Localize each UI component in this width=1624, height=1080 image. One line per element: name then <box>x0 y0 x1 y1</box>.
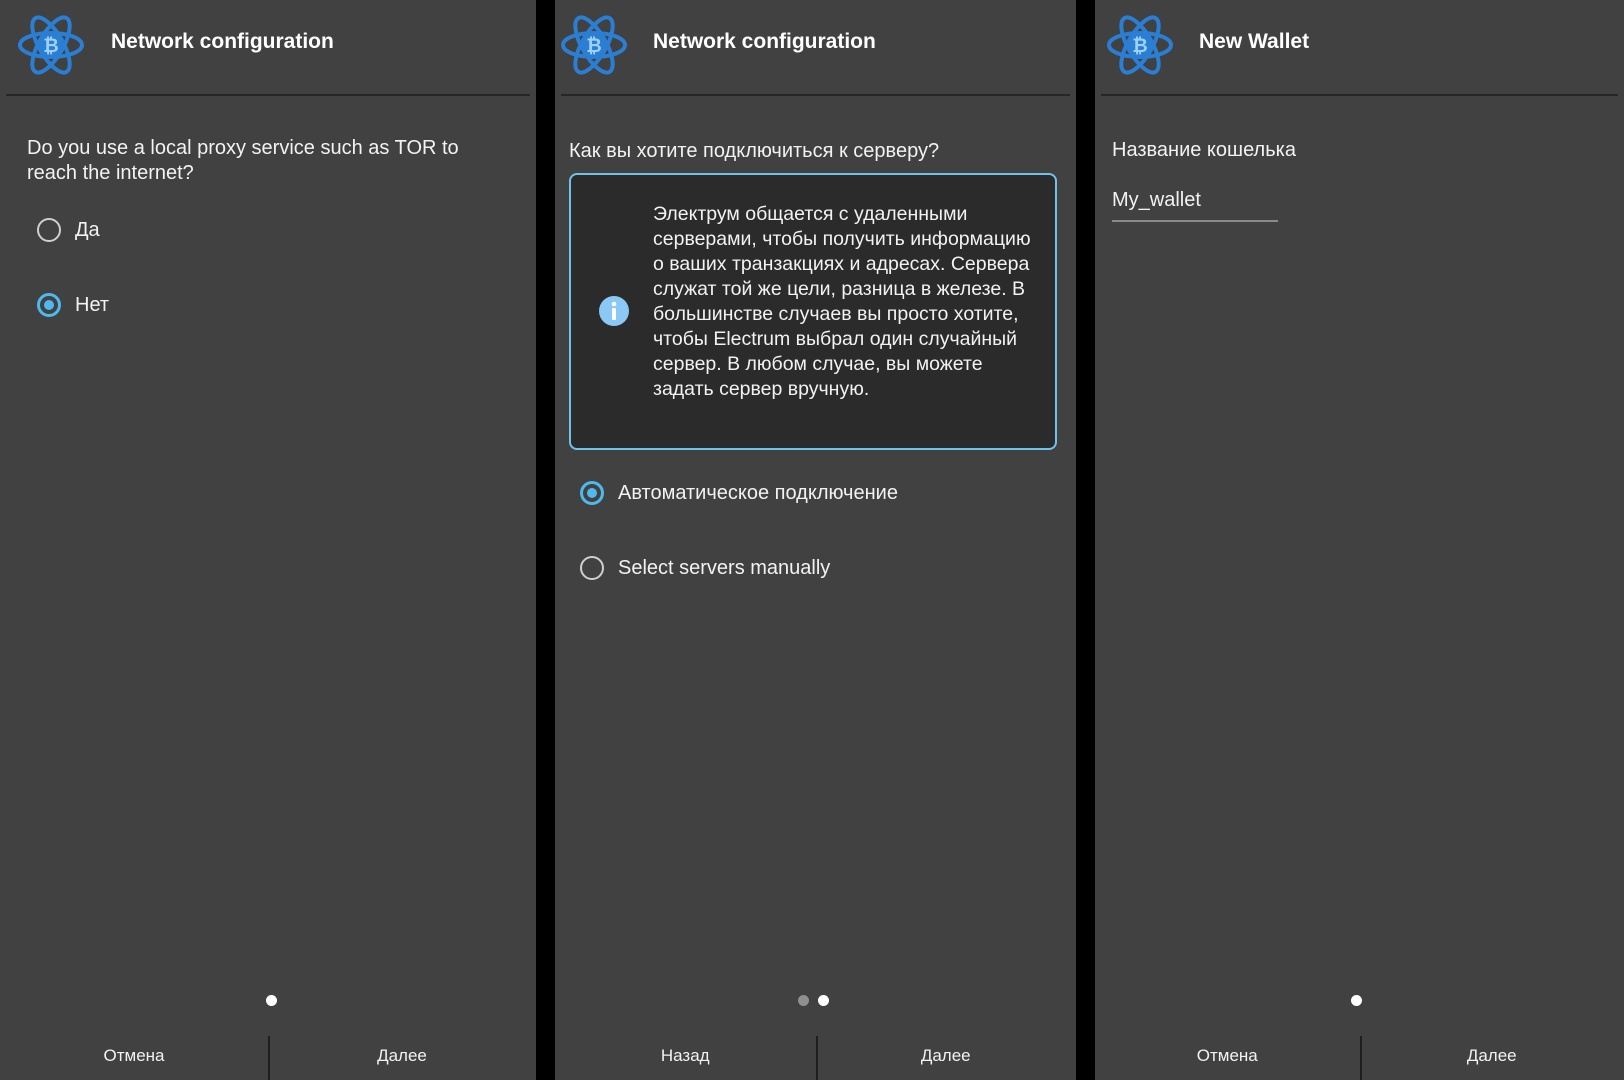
footer: Отмена Далее <box>1095 1032 1624 1080</box>
radio-button-selected[interactable] <box>580 481 604 505</box>
radio-label: Да <box>75 218 100 241</box>
page-title: New Wallet <box>1199 30 1310 53</box>
next-button[interactable]: Далее <box>816 1032 1077 1080</box>
radio-button[interactable] <box>37 218 61 242</box>
info-text: Электрум общается с удаленными серверами… <box>653 203 1031 400</box>
radio-option-manual-servers[interactable]: Select servers manually <box>580 551 830 585</box>
page-dot-active <box>818 995 829 1006</box>
back-button[interactable]: Назад <box>555 1032 816 1080</box>
page-indicator <box>1351 995 1362 1007</box>
proxy-question: Do you use a local proxy service such as… <box>27 137 459 184</box>
page-dot-active <box>1351 995 1362 1006</box>
next-button[interactable]: Далее <box>1360 1032 1624 1080</box>
new-wallet-screen: ₿ New Wallet Название кошелька Отмена Да… <box>1095 0 1624 1080</box>
radio-label: Нет <box>75 293 110 316</box>
header: ₿ Network configuration <box>6 0 530 96</box>
radio-button-selected[interactable] <box>37 293 61 317</box>
page-title: Network configuration <box>653 30 876 53</box>
radio-label: Автоматическое подключение <box>618 481 898 504</box>
header: ₿ Network configuration <box>561 0 1070 96</box>
network-config-server-screen: ₿ Network configuration Как вы хотите по… <box>555 0 1076 1080</box>
radio-option-no[interactable]: Нет <box>37 288 109 322</box>
footer: Назад Далее <box>555 1032 1076 1080</box>
electrum-logo-icon: ₿ <box>18 15 84 75</box>
svg-text:₿: ₿ <box>43 35 58 57</box>
wallet-name-label: Название кошелька <box>1112 139 1296 161</box>
svg-text:₿: ₿ <box>586 35 601 57</box>
svg-text:₿: ₿ <box>1132 35 1147 57</box>
page-dot <box>798 995 809 1006</box>
page-title: Network configuration <box>111 30 334 53</box>
info-box: Электрум общается с удаленными серверами… <box>569 173 1057 450</box>
radio-label: Select servers manually <box>618 556 831 579</box>
info-icon <box>599 296 629 326</box>
footer: Отмена Далее <box>0 1032 536 1080</box>
network-config-proxy-screen: ₿ Network configuration Do you use a loc… <box>0 0 536 1080</box>
radio-button[interactable] <box>580 556 604 580</box>
page-indicator <box>798 995 829 1007</box>
electrum-logo-icon: ₿ <box>561 15 627 75</box>
cancel-button[interactable]: Отмена <box>1095 1032 1360 1080</box>
header: ₿ New Wallet <box>1101 0 1618 96</box>
wallet-name-input[interactable] <box>1112 180 1278 222</box>
radio-option-yes[interactable]: Да <box>37 213 100 247</box>
radio-option-auto-connect[interactable]: Автоматическое подключение <box>580 476 898 510</box>
next-button[interactable]: Далее <box>268 1032 536 1080</box>
electrum-logo-icon: ₿ <box>1107 15 1173 75</box>
cancel-button[interactable]: Отмена <box>0 1032 268 1080</box>
server-question: Как вы хотите подключиться к серверу? <box>569 140 940 162</box>
page-indicator <box>266 995 277 1007</box>
page-dot-active <box>266 995 277 1006</box>
